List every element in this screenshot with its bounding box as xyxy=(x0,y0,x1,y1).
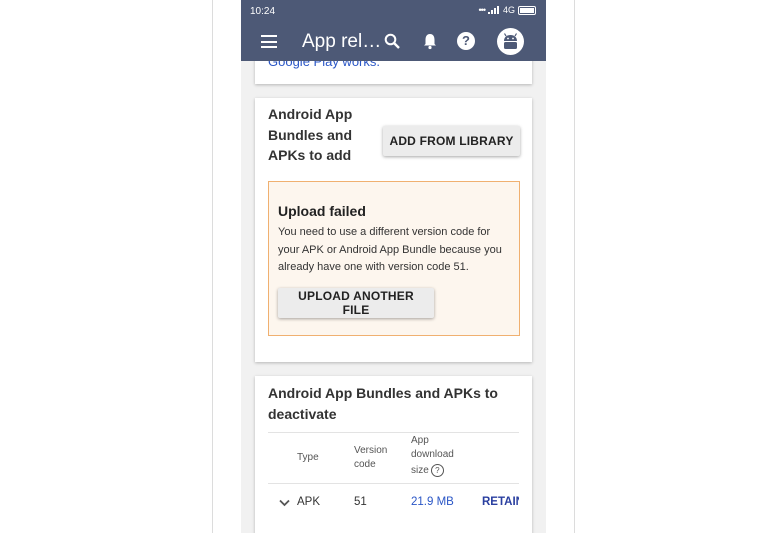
help-icon[interactable]: ? xyxy=(457,32,475,50)
network-type: 4G xyxy=(502,5,515,15)
status-indicators: ••• 4G xyxy=(479,5,536,15)
column-header-type: Type xyxy=(297,452,319,463)
bell-icon[interactable] xyxy=(421,32,439,50)
row-download-size[interactable]: 21.9 MB xyxy=(411,496,454,508)
row-type: APK xyxy=(297,496,321,508)
heading-line: Android App xyxy=(268,106,353,122)
upload-error-box: Upload failed You need to use a differen… xyxy=(268,181,520,336)
header-line: Version xyxy=(354,445,388,456)
chevron-down-icon[interactable] xyxy=(279,499,290,507)
column-header-download-size: App download size? xyxy=(411,434,454,478)
status-time: 10:24 xyxy=(250,6,276,17)
header-line: App xyxy=(411,435,429,446)
signal-icon xyxy=(487,6,499,14)
add-from-library-button[interactable]: ADD FROM LIBRARY xyxy=(383,126,520,156)
app-bar: App rel… ? xyxy=(241,22,546,61)
apks-to-add-heading: Android App Bundles and APKs to add xyxy=(268,104,352,166)
right-frame-border xyxy=(574,0,575,533)
battery-icon xyxy=(518,5,536,15)
page-title: App rel… xyxy=(302,31,382,52)
column-header-version-code: Version code xyxy=(354,444,387,472)
table-top-divider xyxy=(268,432,519,433)
header-line-text: size xyxy=(411,465,429,477)
more-dots-icon: ••• xyxy=(478,5,487,15)
search-icon[interactable] xyxy=(384,33,400,49)
phone-screen: Google Play works. Android App Bundles a… xyxy=(241,0,546,533)
left-frame-border xyxy=(212,0,213,533)
avatar[interactable] xyxy=(497,28,524,55)
status-bar: 10:24 ••• 4G xyxy=(241,0,546,22)
menu-icon[interactable] xyxy=(261,35,277,48)
upload-another-file-button[interactable]: UPLOAD ANOTHER FILE xyxy=(278,288,434,318)
heading-line: Bundles and xyxy=(268,126,353,143)
error-title: Upload failed xyxy=(278,203,366,219)
help-circle-icon[interactable]: ? xyxy=(430,464,444,477)
header-line: code xyxy=(354,459,376,470)
row-version-code: 51 xyxy=(354,496,367,508)
error-message: You need to use a different version code… xyxy=(278,226,502,273)
apks-to-deactivate-card: Android App Bundles and APKs to deactiva… xyxy=(255,376,532,533)
table-header-divider xyxy=(268,483,519,484)
heading-line: APKs to add xyxy=(268,147,352,163)
apks-to-deactivate-heading: Android App Bundles and APKs to deactiva… xyxy=(268,383,498,424)
heading-line: Android App Bundles and APKs to xyxy=(268,385,498,401)
header-line: size? xyxy=(411,464,454,478)
android-robot-icon xyxy=(503,33,518,49)
retain-button[interactable]: RETAIN xyxy=(482,496,519,508)
apks-to-add-card: Android App Bundles and APKs to add ADD … xyxy=(255,98,532,362)
heading-line: deactivate xyxy=(268,405,337,422)
header-line: download xyxy=(411,449,454,460)
